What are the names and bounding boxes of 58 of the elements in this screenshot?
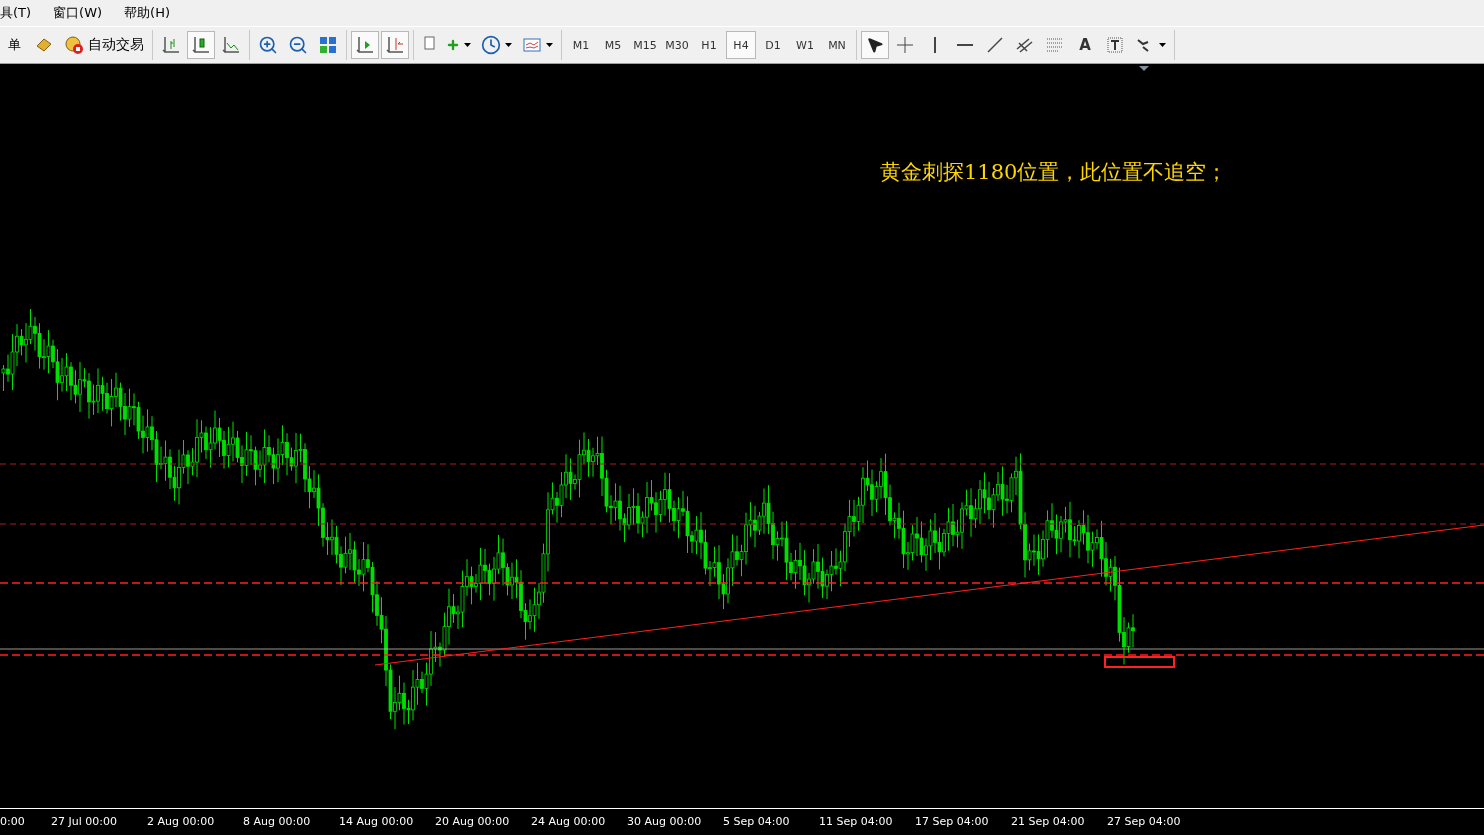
vertical-line-icon xyxy=(934,37,936,53)
chart-type-button[interactable] xyxy=(187,31,215,59)
autoscroll-button[interactable] xyxy=(351,31,379,59)
candlestick-icon xyxy=(191,35,211,55)
chart-shift-marker xyxy=(1139,66,1149,71)
timeframe-button[interactable]: M15 xyxy=(630,31,660,59)
timeframe-button[interactable]: H4 xyxy=(726,31,756,59)
time-axis-label: 8 Aug 00:00 xyxy=(243,814,312,828)
chart-shift-icon xyxy=(385,35,405,55)
menu-item[interactable]: 帮助(H) xyxy=(124,4,182,22)
time-axis-label: 14 Aug 00:00 xyxy=(339,814,415,828)
channel-icon xyxy=(1015,35,1035,55)
menu-item[interactable]: 窗口(W) xyxy=(53,4,115,22)
bar-chart-icon xyxy=(161,35,181,55)
text-label-icon xyxy=(1105,35,1125,55)
line-chart-icon xyxy=(221,35,241,55)
timeframe-button[interactable]: M1 xyxy=(566,31,596,59)
time-axis-label: 5 Sep 04:00 xyxy=(723,814,791,828)
caret-icon xyxy=(505,43,512,47)
text-tool-button[interactable]: A xyxy=(1071,31,1099,59)
time-axis-label: 17 Sep 04:00 xyxy=(915,814,990,828)
time-axis-label: 27 Jul 00:00 xyxy=(51,814,118,828)
caret-icon xyxy=(546,43,553,47)
timeframe-button[interactable]: W1 xyxy=(790,31,820,59)
zoom-in-icon xyxy=(258,35,278,55)
tile-windows-icon xyxy=(318,35,338,55)
chart-shift-button[interactable] xyxy=(381,31,409,59)
time-axis-label: 27 Sep 04:00 xyxy=(1107,814,1182,828)
order-button[interactable]: 单 xyxy=(0,31,28,59)
menu-item[interactable]: 具(T) xyxy=(0,4,44,22)
time-axis-label: 2 Aug 00:00 xyxy=(147,814,216,828)
timeframe-button[interactable]: M5 xyxy=(598,31,628,59)
zoom-out-icon xyxy=(288,35,308,55)
highlight-rectangle xyxy=(1104,656,1175,668)
template-icon xyxy=(522,35,542,55)
fibonacci-icon xyxy=(1045,35,1065,55)
time-axis-label: 24 Aug 00:00 xyxy=(531,814,607,828)
timeframe-button[interactable]: D1 xyxy=(758,31,788,59)
trendline-icon xyxy=(985,35,1005,55)
time-axis-label: 21 Sep 04:00 xyxy=(1011,814,1086,828)
time-axis-label: 0:00 xyxy=(0,814,26,828)
clock-icon xyxy=(481,35,501,55)
cursor-button[interactable] xyxy=(861,31,889,59)
crosshair-icon xyxy=(895,35,915,55)
timeframe-button[interactable]: M30 xyxy=(662,31,692,59)
horizontal-line-icon xyxy=(957,44,973,46)
timeframe-button[interactable]: MN xyxy=(822,31,852,59)
caret-icon xyxy=(1159,43,1166,47)
autotrade-button[interactable]: 自动交易 xyxy=(60,31,148,59)
chart-annotation: 黄金刺探1180位置，此位置不追空； xyxy=(880,159,1228,186)
timeframe-button[interactable]: H1 xyxy=(694,31,724,59)
time-axis-label: 30 Aug 00:00 xyxy=(627,814,703,828)
time-axis-label: 11 Sep 04:00 xyxy=(819,814,894,828)
caret-icon xyxy=(464,43,471,47)
plus-icon xyxy=(446,38,460,52)
time-axis-label: 20 Aug 00:00 xyxy=(435,814,511,828)
cursor-icon xyxy=(866,36,884,54)
autoscroll-icon xyxy=(355,35,375,55)
